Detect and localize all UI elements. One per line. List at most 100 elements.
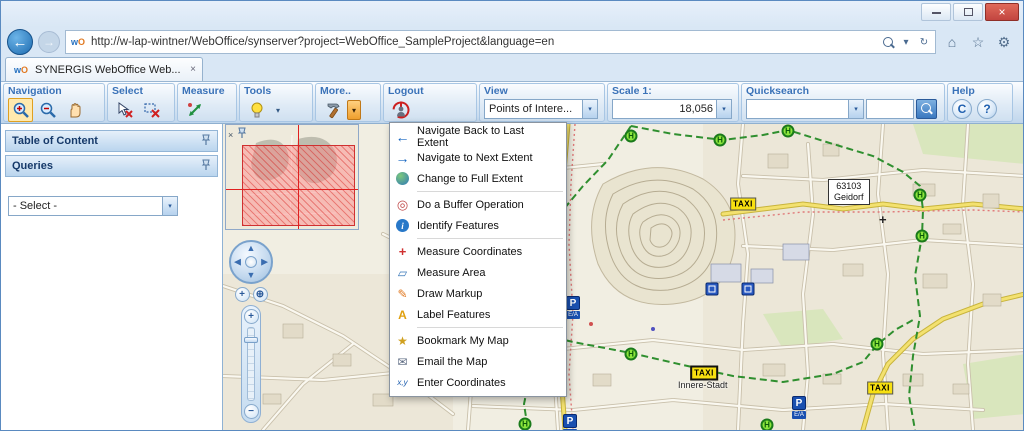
zoom-in-button[interactable]: + bbox=[234, 287, 250, 302]
help-button[interactable]: ? bbox=[977, 98, 997, 119]
panel-header-table-of-content[interactable]: Table of Content bbox=[5, 130, 218, 152]
menu-item-label-features[interactable]: A Label Features bbox=[390, 304, 566, 325]
parking-sign[interactable]: PE/A bbox=[792, 396, 806, 419]
back-icon: ← bbox=[12, 33, 28, 51]
poi-marker[interactable] bbox=[741, 282, 755, 296]
menu-item-enter-coordinates[interactable]: x,y Enter Coordinates bbox=[390, 372, 566, 393]
view-select-arrow-icon[interactable]: ▾ bbox=[582, 99, 597, 118]
menu-item-identify[interactable]: i Identify Features bbox=[390, 215, 566, 236]
minimize-button[interactable] bbox=[921, 3, 951, 21]
query-select[interactable]: - Select - ▾ bbox=[8, 196, 178, 216]
scale-select[interactable]: 18,056 ▾ bbox=[612, 98, 732, 119]
close-button[interactable]: × bbox=[985, 3, 1019, 21]
refresh-button[interactable]: ↻ bbox=[916, 32, 932, 52]
toolbox-button[interactable] bbox=[244, 98, 269, 122]
minimize-icon bbox=[931, 11, 941, 14]
menu-item-draw-markup[interactable]: ✎ Draw Markup bbox=[390, 283, 566, 304]
pan-south-arrow-icon[interactable]: ▼ bbox=[247, 271, 256, 280]
scale-select-arrow-icon[interactable]: ▾ bbox=[716, 99, 731, 118]
maximize-button[interactable] bbox=[953, 3, 983, 21]
taxi-stand-label: TAXI bbox=[730, 197, 756, 211]
forward-button[interactable]: → bbox=[38, 31, 60, 53]
measure-area-icon: ▱ bbox=[397, 265, 408, 280]
menu-item-navigate-back[interactable]: ← Navigate Back to Last Extent bbox=[390, 125, 566, 149]
full-extent-button[interactable]: ⊕ bbox=[252, 287, 268, 302]
toolbar-group-scale: Scale 1: 18,056 ▾ bbox=[607, 83, 739, 122]
menu-item-label: Measure Area bbox=[417, 266, 486, 279]
menu-separator bbox=[417, 238, 563, 239]
panel-header-queries[interactable]: Queries bbox=[5, 155, 218, 177]
pin-icon[interactable] bbox=[201, 134, 211, 149]
menu-item-bookmark-map[interactable]: ★ Bookmark My Map bbox=[390, 330, 566, 351]
transit-stop-marker[interactable]: H bbox=[870, 337, 884, 351]
parking-sign[interactable]: PE/A bbox=[566, 296, 580, 319]
tab-close-button[interactable]: × bbox=[190, 64, 196, 75]
zoom-slider-handle[interactable] bbox=[244, 337, 258, 343]
overview-map-panel[interactable]: × bbox=[225, 124, 359, 230]
transit-stop-marker[interactable]: H bbox=[760, 418, 774, 430]
menu-separator bbox=[417, 327, 563, 328]
back-button[interactable]: ← bbox=[7, 29, 33, 55]
menu-item-navigate-next[interactable]: → Navigate to Next Extent bbox=[390, 147, 566, 168]
favorites-button[interactable]: ☆ bbox=[967, 31, 989, 53]
menu-item-email-map[interactable]: ✉ Email the Map bbox=[390, 351, 566, 372]
overview-close-button[interactable]: × bbox=[228, 130, 233, 140]
taxi-stand-label: TAXI bbox=[867, 381, 893, 395]
url-text[interactable]: http://w-lap-wintner/WebOffice/synserver… bbox=[91, 36, 876, 48]
clear-selection-button[interactable] bbox=[139, 98, 164, 122]
pan-north-arrow-icon[interactable]: ▲ bbox=[247, 244, 256, 253]
quicksearch-select[interactable]: ▾ bbox=[746, 98, 864, 119]
quicksearch-button[interactable] bbox=[916, 98, 937, 119]
search-button[interactable] bbox=[880, 32, 896, 52]
pan-center-button[interactable] bbox=[245, 256, 257, 268]
more-tools-button[interactable] bbox=[320, 98, 345, 122]
measure-tool-button[interactable] bbox=[182, 98, 207, 122]
transit-stop-marker[interactable]: H bbox=[913, 188, 927, 202]
quicksearch-input[interactable] bbox=[866, 98, 914, 119]
more-dropdown-button[interactable]: ▾ bbox=[347, 100, 361, 120]
overview-pin-button[interactable] bbox=[237, 126, 247, 144]
menu-item-measure-coordinates[interactable]: + Measure Coordinates bbox=[390, 241, 566, 262]
address-bar[interactable]: wO http://w-lap-wintner/WebOffice/synser… bbox=[65, 30, 936, 54]
logout-button[interactable] bbox=[388, 98, 413, 122]
pan-east-arrow-icon[interactable]: ▶ bbox=[261, 257, 268, 267]
select-features-button[interactable] bbox=[112, 98, 137, 122]
zoom-slider-track[interactable] bbox=[244, 327, 258, 401]
quicksearch-select-arrow-icon[interactable]: ▾ bbox=[848, 99, 863, 118]
contact-button[interactable]: C bbox=[952, 98, 972, 119]
transit-stop-marker[interactable]: H bbox=[624, 347, 638, 361]
zoom-slider-minus-button[interactable]: − bbox=[243, 404, 259, 419]
transit-stop-marker[interactable]: H bbox=[624, 129, 638, 143]
menu-item-measure-area[interactable]: ▱ Measure Area bbox=[390, 262, 566, 283]
zoom-out-tool-button[interactable] bbox=[35, 98, 60, 122]
query-select-arrow-icon[interactable]: ▾ bbox=[162, 197, 177, 215]
zoom-in-icon bbox=[13, 102, 29, 118]
home-button[interactable]: ⌂ bbox=[941, 31, 963, 53]
pan-compass[interactable]: ▲ ▼ ◀ ▶ bbox=[229, 240, 273, 284]
menu-item-label: Measure Coordinates bbox=[417, 245, 523, 258]
tab-weboffice[interactable]: wO SYNERGIS WebOffice Web... × bbox=[5, 57, 203, 81]
parking-sign[interactable]: PE/A bbox=[563, 414, 577, 430]
transit-stop-marker[interactable]: H bbox=[518, 417, 532, 430]
menu-item-buffer[interactable]: ◎ Do a Buffer Operation bbox=[390, 194, 566, 215]
info-icon: i bbox=[396, 219, 409, 232]
transit-stop-marker[interactable]: H bbox=[915, 229, 929, 243]
pin-icon[interactable] bbox=[201, 159, 211, 174]
settings-button[interactable]: ⚙ bbox=[993, 31, 1015, 53]
refresh-icon: ↻ bbox=[919, 36, 929, 48]
pan-tool-button[interactable] bbox=[62, 98, 87, 122]
menu-item-full-extent[interactable]: Change to Full Extent bbox=[390, 168, 566, 189]
pan-west-arrow-icon[interactable]: ◀ bbox=[234, 257, 241, 267]
transit-stop-marker[interactable]: H bbox=[781, 124, 795, 138]
tools-dropdown-button[interactable]: ▾ bbox=[271, 100, 285, 120]
parking-sub-label: E/A bbox=[792, 411, 806, 419]
transit-stop-marker[interactable]: H bbox=[713, 133, 727, 147]
search-dropdown-button[interactable]: ▾ bbox=[898, 32, 914, 52]
poi-marker[interactable] bbox=[705, 282, 719, 296]
email-icon: ✉ bbox=[397, 354, 408, 369]
quicksearch-icon bbox=[920, 102, 933, 115]
zoom-slider-plus-button[interactable]: + bbox=[243, 309, 259, 324]
zoom-in-tool-button[interactable] bbox=[8, 98, 33, 122]
view-select[interactable]: Points of Intere... ▾ bbox=[484, 98, 598, 119]
group-label: Quicksearch bbox=[746, 85, 810, 97]
